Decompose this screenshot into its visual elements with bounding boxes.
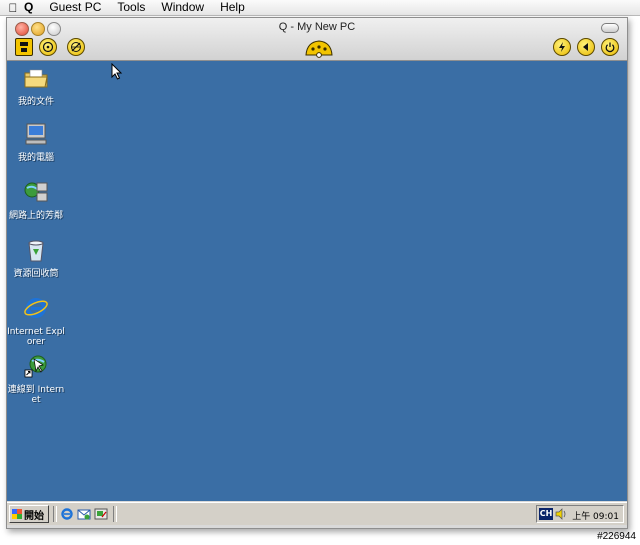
- desktop-icon-label: 我的電腦: [17, 153, 54, 163]
- recycle-bin-icon: [28, 240, 44, 262]
- desktop-icon-connect-internet[interactable]: 連線到 Internet: [7, 353, 65, 405]
- toolbar-toggle-button[interactable]: [601, 23, 619, 33]
- desktop-icon-network-places[interactable]: 網路上的芳鄰: [7, 179, 65, 221]
- quicklaunch-ie-icon[interactable]: [60, 507, 74, 521]
- mouse-cursor-icon: [111, 63, 123, 80]
- ime-indicator[interactable]: CH: [539, 508, 553, 520]
- quicklaunch-show-desktop-icon[interactable]: [94, 507, 108, 521]
- save-disk-button[interactable]: [15, 38, 33, 56]
- connect-internet-icon: [24, 355, 47, 378]
- network-disabled-icon: [71, 42, 81, 52]
- apple-icon[interactable]: : [2, 1, 24, 15]
- menu-tools[interactable]: Tools: [117, 0, 145, 15]
- network-icon: [24, 182, 48, 202]
- desktop-icon-my-documents[interactable]: 我的文件: [7, 65, 65, 107]
- folder-icon: [24, 69, 48, 88]
- desktop-icon-label: 網路上的芳鄰: [8, 211, 63, 221]
- desktop-icon-label: Internet Explorer: [7, 327, 65, 347]
- windows-flag-icon: [12, 509, 22, 519]
- desktop-icon-my-computer[interactable]: 我的電腦: [7, 121, 65, 163]
- guest-desktop[interactable]: 我的文件 我的電腦 網路上的芳鄰 資源回收筒 Internet Explorer…: [7, 61, 627, 501]
- network-button[interactable]: [67, 38, 85, 56]
- clock[interactable]: 上午 09:01: [572, 509, 619, 522]
- cdrom-button[interactable]: [39, 38, 57, 56]
- mac-menubar:  Q Guest PC Tools Window Help: [0, 0, 640, 16]
- internet-explorer-icon: [24, 298, 48, 318]
- cd-icon: [42, 41, 54, 53]
- guest-taskbar: 開始 CH 上午 09:01: [7, 502, 627, 525]
- taskbar-separator: [113, 506, 117, 522]
- q-logo-icon: [305, 40, 333, 58]
- taskbar-separator: [53, 506, 57, 522]
- start-label: 開始: [24, 510, 44, 522]
- menu-guest-pc[interactable]: Guest PC: [49, 0, 101, 15]
- desktop-icon-label: 我的文件: [17, 97, 54, 107]
- power-icon: [605, 42, 615, 53]
- lightning-icon: [559, 42, 565, 52]
- q-window: Q - My New PC 我的文件 我的電腦 網路上的芳鄰 資源回收筒 Int…: [6, 17, 628, 529]
- desktop-icon-label: 連線到 Internet: [7, 385, 65, 405]
- floppy-icon: [20, 42, 28, 52]
- back-arrow-icon: [583, 43, 588, 51]
- window-titlebar: Q - My New PC: [7, 18, 627, 61]
- menu-window[interactable]: Window: [161, 0, 204, 15]
- desktop-icon-internet-explorer[interactable]: Internet Explorer: [7, 295, 65, 347]
- computer-icon: [25, 123, 47, 145]
- window-title: Q - My New PC: [278, 21, 356, 33]
- menu-q[interactable]: Q: [24, 0, 33, 15]
- ctrl-alt-del-button[interactable]: [553, 38, 571, 56]
- image-id-label: #226944: [597, 531, 636, 542]
- speaker-icon[interactable]: [555, 508, 567, 520]
- system-tray: CH 上午 09:01: [536, 505, 624, 523]
- desktop-icon-label: 資源回收筒: [13, 269, 59, 279]
- reset-button[interactable]: [577, 38, 595, 56]
- menu-help[interactable]: Help: [220, 0, 245, 15]
- start-button[interactable]: 開始: [9, 505, 49, 523]
- quicklaunch-outlook-icon[interactable]: [77, 507, 91, 521]
- desktop-icon-recycle-bin[interactable]: 資源回收筒: [7, 237, 65, 279]
- power-button[interactable]: [601, 38, 619, 56]
